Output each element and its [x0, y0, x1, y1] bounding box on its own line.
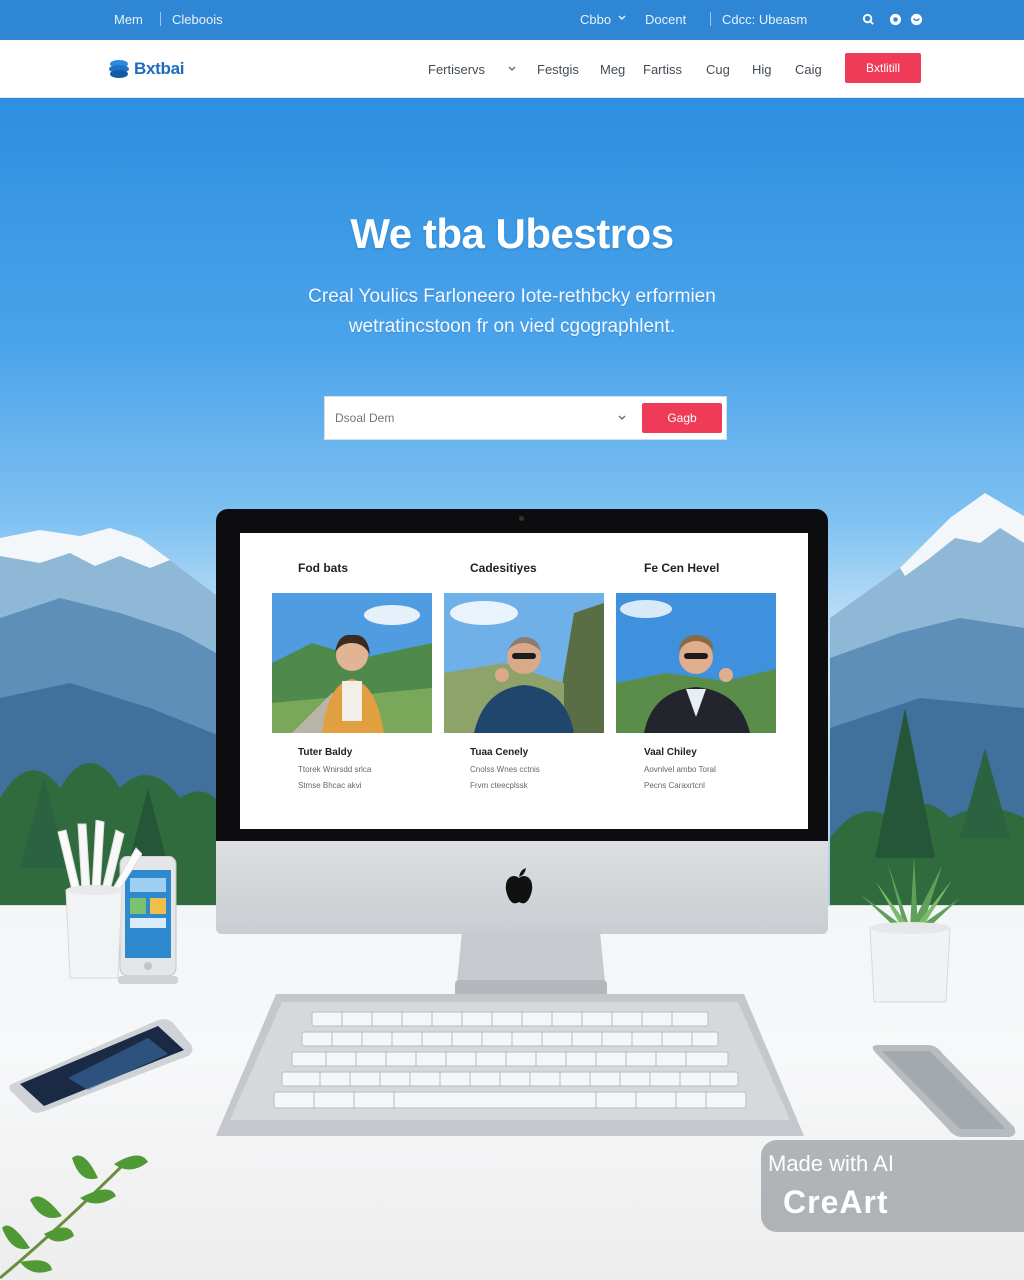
- topbar-divider: [160, 12, 161, 26]
- card-name: Vaal Chiley: [644, 747, 697, 758]
- profile-card[interactable]: Fe Cen Hevel Vaal Chiley Aovnlvel ambo T…: [616, 533, 776, 829]
- chevron-down-icon[interactable]: [618, 15, 626, 21]
- card-detail: Aovnlvel ambo Toral: [644, 765, 716, 774]
- user-icon[interactable]: [910, 13, 923, 26]
- card-title: Cadesitiyes: [470, 561, 537, 575]
- card-detail: Frvm cteecplssk: [470, 781, 528, 790]
- nav-item-festgis[interactable]: Festgis: [537, 62, 579, 77]
- topbar-link-docent[interactable]: Docent: [645, 12, 686, 27]
- potted-plant: [860, 856, 960, 1003]
- topbar-link-mem[interactable]: Mem: [114, 12, 143, 27]
- nav-item-fertiservs[interactable]: Fertiservs: [428, 62, 485, 77]
- pencil-cup: [57, 820, 142, 979]
- chevron-down-icon[interactable]: [508, 66, 516, 72]
- card-detail: Pecns Caraxrtcnl: [644, 781, 705, 790]
- brand-logo[interactable]: Bxtbai: [108, 56, 208, 82]
- card-detail: Stmse Bhcac akvi: [298, 781, 362, 790]
- imac-monitor: Fod bats Tuter Baldy Ttorek Wnirsdd srlc…: [216, 509, 828, 934]
- profile-photo: [272, 593, 432, 733]
- search-icon[interactable]: [862, 13, 875, 26]
- smartphone: [9, 1019, 193, 1113]
- logo-text: Bxtbai: [134, 59, 185, 78]
- profile-photo: [444, 593, 604, 733]
- topbar-divider: [710, 12, 711, 26]
- webcam: [519, 516, 524, 521]
- watermark-brand: CreArt: [783, 1184, 889, 1220]
- topbar-link-cbbo[interactable]: Cbbo: [580, 12, 611, 27]
- monitor-screen: Fod bats Tuter Baldy Ttorek Wnirsdd srlc…: [240, 533, 808, 829]
- card-detail: Ttorek Wnirsdd srlca: [298, 765, 372, 774]
- nav-cta-button[interactable]: Bxtlitill: [845, 53, 921, 83]
- globe-icon[interactable]: [889, 13, 902, 26]
- watermark-line-1: Made with AI: [768, 1151, 894, 1176]
- topbar-link-cleboois[interactable]: Cleboois: [172, 12, 223, 27]
- nav-item-meg[interactable]: Meg: [600, 62, 625, 77]
- keyboard: [216, 994, 804, 1136]
- card-title: Fe Cen Hevel: [644, 561, 720, 575]
- profile-card[interactable]: Cadesitiyes Tuaa Cenely Cnolss Wnes cctn…: [444, 533, 604, 829]
- nav-item-caig[interactable]: Caig: [795, 62, 822, 77]
- logo-icon: [109, 60, 129, 78]
- apple-logo-icon: [505, 868, 533, 904]
- nav-item-fartiss[interactable]: Fartiss: [643, 62, 682, 77]
- plant-leaves: [0, 1155, 148, 1280]
- ai-watermark: Made with AI CreArt: [761, 1140, 1024, 1232]
- hero-search-bar: Gagb: [324, 396, 727, 440]
- chevron-down-icon[interactable]: [618, 415, 626, 421]
- card-name: Tuaa Cenely: [470, 747, 529, 758]
- card-detail: Cnolss Wnes cctnis: [470, 765, 540, 774]
- profile-card[interactable]: Fod bats Tuter Baldy Ttorek Wnirsdd srlc…: [272, 533, 432, 829]
- main-navigation: Bxtbai Fertiservs Festgis Meg Fartiss Cu…: [0, 40, 1024, 98]
- hero-subtitle-line-2: wetratincstoon fr on vied cgographlent.: [348, 316, 676, 337]
- card-title: Fod bats: [298, 561, 348, 575]
- hero-title: We tba Ubestros: [350, 210, 674, 257]
- nav-item-cug[interactable]: Cug: [706, 62, 730, 77]
- search-button[interactable]: Gagb: [642, 403, 722, 433]
- card-name: Tuter Baldy: [298, 747, 353, 758]
- smartphone: [872, 1045, 1016, 1137]
- topbar-link-account[interactable]: Cdcc: Ubeasm: [722, 12, 807, 27]
- hero-subtitle-line-1: Creal Youlics Farloneero Iote-rethbcky e…: [308, 286, 716, 307]
- search-input[interactable]: [335, 407, 635, 429]
- nav-item-hig[interactable]: Hig: [752, 62, 772, 77]
- profile-photo: [616, 593, 776, 733]
- utility-bar: Mem Cleboois Cbbo Docent Cdcc: Ubeasm: [0, 0, 1024, 40]
